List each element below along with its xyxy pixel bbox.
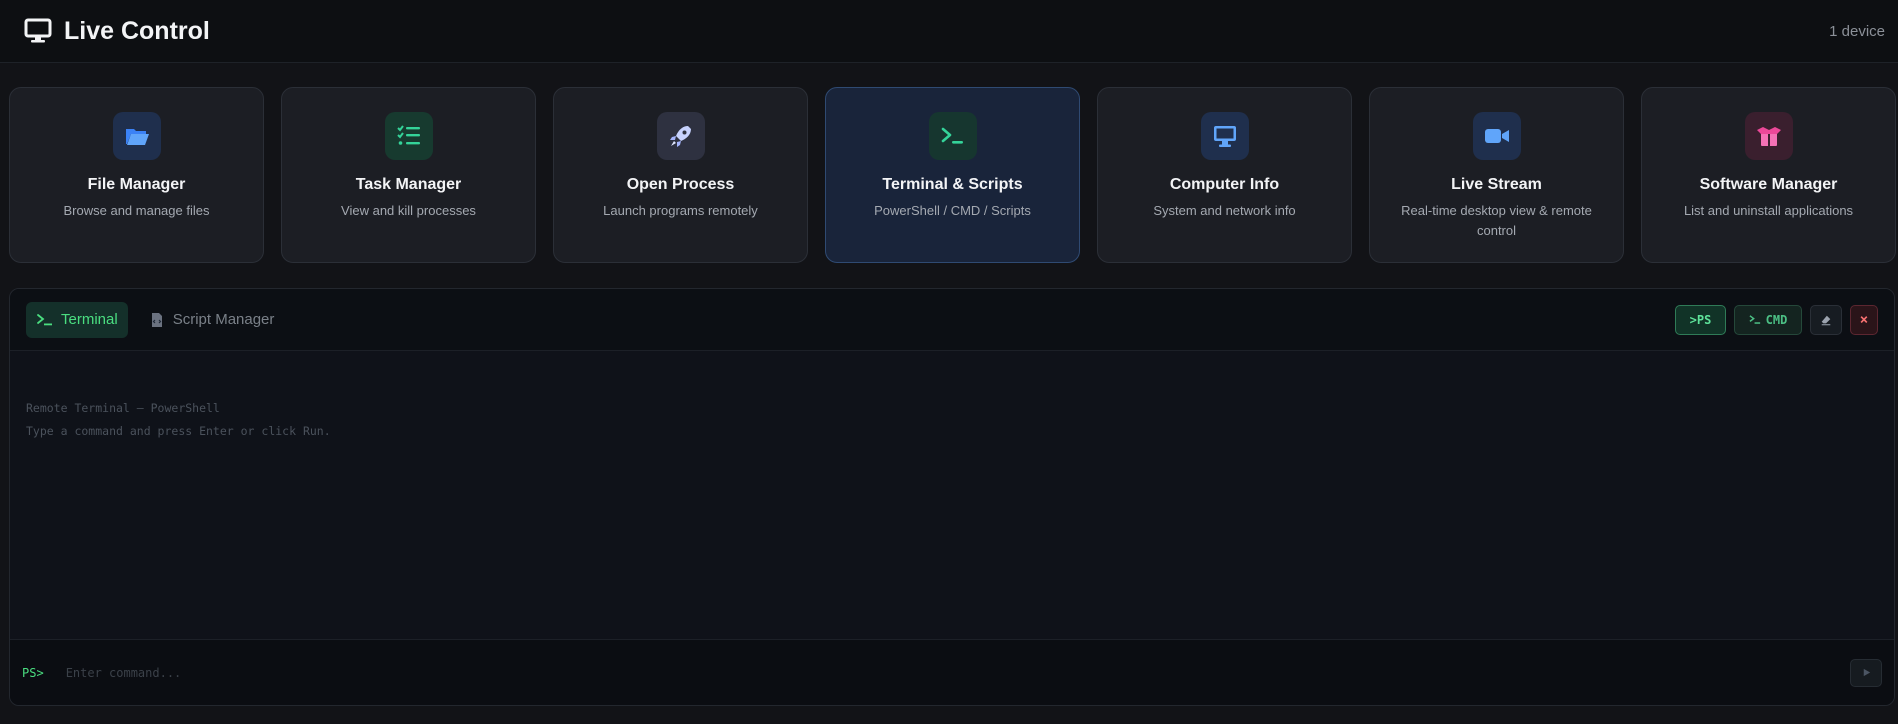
terminal-icon	[1749, 315, 1760, 324]
eraser-icon	[1821, 315, 1831, 325]
card-desc: Browse and manage files	[63, 203, 210, 218]
folder-open-icon	[125, 129, 149, 145]
command-input[interactable]	[65, 665, 1850, 680]
powershell-button[interactable]: >PS	[1675, 304, 1726, 335]
card-title: File Manager	[87, 176, 186, 193]
monitor-icon	[1213, 126, 1236, 147]
terminal-icon	[37, 313, 52, 325]
close-button[interactable]: ×	[1850, 304, 1878, 335]
card-computer-info[interactable]: Computer Info System and network info	[1097, 87, 1352, 263]
page-title: Live Control	[64, 16, 210, 45]
terminal-header: Terminal Script Manager >PS CMD ×	[10, 289, 1894, 351]
top-bar: Live Control 1 device	[0, 0, 1898, 63]
tab-label: Terminal	[61, 311, 118, 328]
terminal-icon	[941, 127, 963, 144]
card-desc: View and kill processes	[341, 203, 476, 218]
card-task-manager[interactable]: Task Manager View and kill processes	[281, 87, 536, 263]
output-line: Remote Terminal — PowerShell	[26, 401, 220, 415]
video-camera-icon	[1484, 129, 1509, 143]
card-title: Computer Info	[1169, 176, 1280, 193]
card-live-stream[interactable]: Live Stream Real-time desktop view & rem…	[1369, 87, 1624, 263]
output-line: Type a command and press Enter or click …	[26, 424, 331, 438]
card-desc: Real-time desktop view & remote control	[1401, 203, 1592, 238]
monitor-icon	[24, 18, 52, 43]
card-desc: Launch programs remotely	[603, 203, 758, 218]
card-open-process[interactable]: Open Process Launch programs remotely	[553, 87, 808, 263]
card-software-manager[interactable]: Software Manager List and uninstall appl…	[1641, 87, 1896, 263]
card-title: Open Process	[626, 176, 735, 193]
rocket-icon	[669, 126, 691, 147]
title-group: Live Control	[24, 17, 210, 46]
tab-terminal[interactable]: Terminal	[26, 301, 128, 338]
cmd-button-label: CMD	[1765, 312, 1788, 327]
run-button[interactable]	[1850, 658, 1882, 687]
terminal-tabs: Terminal Script Manager	[26, 301, 285, 338]
card-title: Terminal & Scripts	[882, 176, 1023, 193]
prompt-label: PS>	[22, 665, 44, 680]
card-file-manager[interactable]: File Manager Browse and manage files	[9, 87, 264, 263]
tab-label: Script Manager	[172, 311, 275, 328]
terminal-output: Remote Terminal — PowerShell Type a comm…	[10, 351, 1894, 641]
card-title: Task Manager	[355, 176, 462, 193]
feature-cards: File Manager Browse and manage files Tas…	[9, 87, 1896, 263]
clear-button[interactable]	[1810, 304, 1842, 335]
play-icon	[1863, 668, 1870, 677]
file-code-icon	[151, 312, 162, 327]
card-desc: PowerShell / CMD / Scripts	[874, 203, 1031, 218]
command-row: PS>	[10, 639, 1894, 705]
tab-script-manager[interactable]: Script Manager	[138, 302, 285, 338]
card-title: Live Stream	[1451, 176, 1542, 193]
cmd-button[interactable]: CMD	[1734, 304, 1802, 335]
card-desc: System and network info	[1153, 203, 1296, 218]
terminal-actions: >PS CMD ×	[1675, 304, 1878, 335]
box-open-icon	[1756, 127, 1781, 146]
device-count: 1 device	[1829, 22, 1885, 40]
terminal-panel: Terminal Script Manager >PS CMD × Remote…	[9, 288, 1895, 706]
list-check-icon	[396, 125, 420, 145]
card-terminal-scripts[interactable]: Terminal & Scripts PowerShell / CMD / Sc…	[825, 87, 1080, 263]
card-desc: List and uninstall applications	[1683, 203, 1854, 218]
card-title: Software Manager	[1699, 176, 1838, 193]
